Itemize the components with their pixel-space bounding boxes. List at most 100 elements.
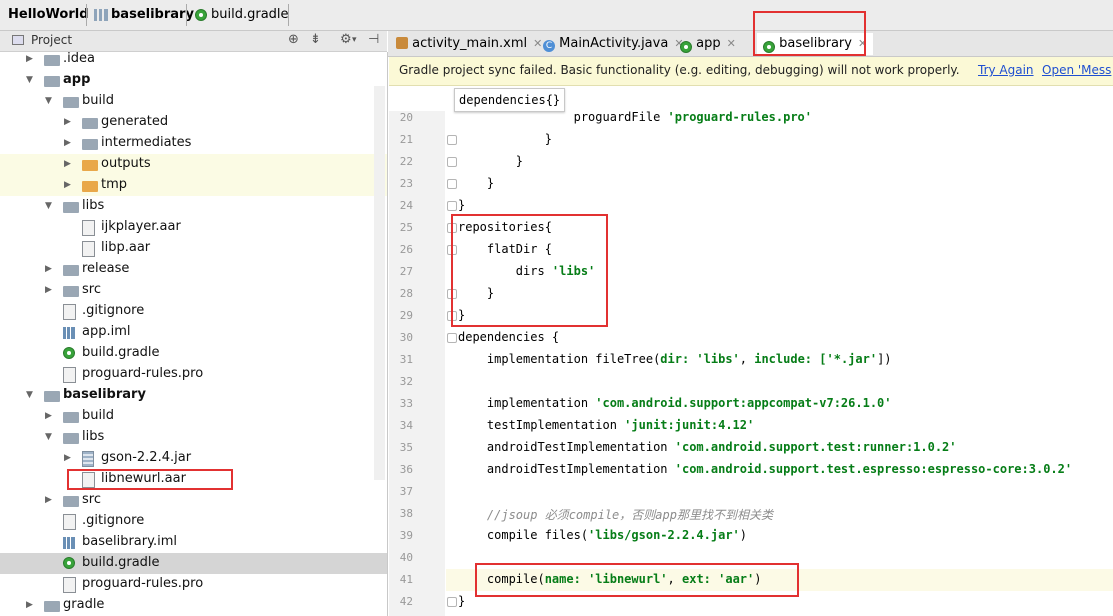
iml-icon bbox=[63, 537, 75, 549]
tree-item[interactable]: ▼ build bbox=[0, 91, 387, 112]
tab-app-gradle[interactable]: app ✕ bbox=[680, 33, 736, 55]
tree-item[interactable]: ▶ release bbox=[0, 259, 387, 280]
fold-marker-icon[interactable] bbox=[447, 179, 457, 189]
chevron-right-icon[interactable]: ▶ bbox=[64, 158, 74, 170]
tree-item[interactable]: ▶ outputs bbox=[0, 154, 387, 175]
chevron-down-icon[interactable]: ▼ bbox=[26, 74, 36, 86]
code-line[interactable]: } bbox=[458, 198, 465, 212]
chevron-right-icon[interactable]: ▶ bbox=[45, 410, 55, 422]
tree-item[interactable]: ▼ libs bbox=[0, 196, 387, 217]
line-number: 31 bbox=[399, 353, 413, 366]
fold-marker-icon[interactable] bbox=[447, 135, 457, 145]
tree-item[interactable]: ▶ generated bbox=[0, 112, 387, 133]
code-line[interactable]: } bbox=[458, 132, 552, 146]
close-icon[interactable]: ✕ bbox=[533, 37, 542, 50]
tree-item[interactable]: ▶ .idea bbox=[0, 52, 387, 70]
tree-item[interactable]: ▶ tmp bbox=[0, 175, 387, 196]
chevron-down-icon[interactable]: ▼ bbox=[45, 95, 55, 107]
fold-marker-icon[interactable] bbox=[447, 201, 457, 211]
class-icon: C bbox=[543, 40, 555, 52]
code-line[interactable]: testImplementation 'junit:junit:4.12' bbox=[458, 418, 754, 432]
code-line[interactable]: } bbox=[458, 594, 465, 608]
tree-item[interactable]: app.iml bbox=[0, 322, 387, 343]
fold-marker-icon[interactable] bbox=[447, 157, 457, 167]
chevron-right-icon[interactable]: ▶ bbox=[64, 137, 74, 149]
folder-icon bbox=[82, 139, 98, 150]
chevron-right-icon[interactable]: ▶ bbox=[26, 53, 36, 65]
tree-item[interactable]: ▶ build bbox=[0, 406, 387, 427]
tree-item[interactable]: ▼ app bbox=[0, 70, 387, 91]
code-line[interactable]: proguardFile 'proguard-rules.pro' bbox=[458, 110, 812, 124]
tab-mainactivity-java[interactable]: C MainActivity.java ✕ bbox=[543, 33, 684, 55]
tree-item[interactable]: proguard-rules.pro bbox=[0, 574, 387, 595]
chevron-down-icon[interactable]: ▼ bbox=[26, 389, 36, 401]
chevron-down-icon[interactable]: ▼ bbox=[45, 431, 55, 443]
line-number: 36 bbox=[399, 463, 413, 476]
tree-item[interactable]: ▶ gradle bbox=[0, 595, 387, 616]
tree-item[interactable]: build.gradle bbox=[0, 343, 387, 364]
chevron-down-icon[interactable]: ▾ bbox=[352, 35, 357, 45]
tree-item[interactable]: ijkplayer.aar bbox=[0, 217, 387, 238]
tree-item[interactable]: .gitignore bbox=[0, 301, 387, 322]
tree-item[interactable]: ▼ libs bbox=[0, 427, 387, 448]
tree-item[interactable]: baselibrary.iml bbox=[0, 532, 387, 553]
code-line[interactable]: androidTestImplementation 'com.android.s… bbox=[458, 462, 1072, 476]
code-line[interactable]: androidTestImplementation 'com.android.s… bbox=[458, 440, 957, 454]
code-line[interactable]: implementation fileTree(dir: 'libs', inc… bbox=[458, 352, 892, 366]
chevron-right-icon[interactable]: ▶ bbox=[64, 116, 74, 128]
gear-icon[interactable]: ⚙ bbox=[340, 32, 352, 47]
chevron-right-icon[interactable]: ▶ bbox=[45, 263, 55, 275]
chevron-right-icon[interactable]: ▶ bbox=[45, 284, 55, 296]
open-messages-link[interactable]: Open 'Mess bbox=[1042, 63, 1111, 77]
code-token: } bbox=[458, 176, 495, 190]
line-number: 35 bbox=[399, 441, 413, 454]
chevron-down-icon[interactable]: ▼ bbox=[45, 200, 55, 212]
tree-scrollbar[interactable] bbox=[374, 86, 385, 480]
jar-icon bbox=[82, 451, 94, 467]
line-number: 26 bbox=[399, 243, 413, 256]
tree-item[interactable]: ▶ intermediates bbox=[0, 133, 387, 154]
tree-item[interactable]: ▶ src bbox=[0, 280, 387, 301]
code-token: //jsoup 必须compile，否则app那里找不到相关类 bbox=[458, 508, 773, 522]
tree-item[interactable]: ▶ src bbox=[0, 490, 387, 511]
code-token: } bbox=[458, 198, 466, 212]
code-token: androidTestImplementation bbox=[458, 440, 675, 454]
code-line[interactable]: implementation 'com.android.support:appc… bbox=[458, 396, 892, 410]
tree-item[interactable]: .gitignore bbox=[0, 511, 387, 532]
tree-item-label: baselibrary bbox=[63, 387, 146, 402]
chevron-right-icon[interactable]: ▶ bbox=[64, 179, 74, 191]
tree-item-label: proguard-rules.pro bbox=[82, 576, 204, 591]
breadcrumb-item-file[interactable]: build.gradle bbox=[211, 0, 289, 30]
gradle-icon bbox=[680, 41, 692, 53]
hide-panel-icon[interactable]: ⊣ bbox=[368, 32, 379, 47]
tree-item[interactable]: libp.aar bbox=[0, 238, 387, 259]
project-view-icon[interactable] bbox=[12, 35, 24, 45]
chevron-right-icon[interactable]: ▶ bbox=[45, 494, 55, 506]
code-line[interactable]: //jsoup 必须compile，否则app那里找不到相关类 bbox=[458, 506, 773, 523]
project-panel-title[interactable]: Project bbox=[31, 33, 72, 47]
tree-item[interactable]: ▼ baselibrary bbox=[0, 385, 387, 406]
code-line[interactable]: } bbox=[458, 176, 494, 190]
code-token: compile files( bbox=[458, 528, 589, 542]
collapse-all-icon[interactable]: ⇟ bbox=[310, 32, 321, 47]
code-token: ]) bbox=[877, 352, 892, 366]
locate-file-icon[interactable]: ⊕ bbox=[288, 32, 299, 47]
fold-marker-icon[interactable] bbox=[447, 597, 457, 607]
project-tree[interactable]: ▶ .idea ▼ app ▼ build ▶ generated ▶ intermediates… bbox=[0, 52, 388, 616]
tree-item[interactable]: proguard-rules.pro bbox=[0, 364, 387, 385]
chevron-right-icon[interactable]: ▶ bbox=[26, 599, 36, 611]
code-line[interactable]: dependencies { bbox=[458, 330, 559, 344]
tree-item[interactable]: build.gradle bbox=[0, 553, 387, 574]
tree-item[interactable]: ▶ gson-2.2.4.jar bbox=[0, 448, 387, 469]
code-line[interactable]: compile files('libs/gson-2.2.4.jar') bbox=[458, 528, 747, 542]
line-number: 33 bbox=[399, 397, 413, 410]
code-line[interactable]: } bbox=[458, 154, 523, 168]
annotation-box-compile bbox=[475, 563, 799, 597]
breadcrumb-item-project[interactable]: HelloWorld bbox=[8, 0, 89, 30]
close-icon[interactable]: ✕ bbox=[727, 37, 736, 50]
try-again-link[interactable]: Try Again bbox=[978, 63, 1034, 77]
tab-activity-main-xml[interactable]: activity_main.xml ✕ bbox=[396, 33, 542, 55]
chevron-right-icon[interactable]: ▶ bbox=[64, 452, 74, 464]
line-number: 30 bbox=[399, 331, 413, 344]
fold-marker-icon[interactable] bbox=[447, 333, 457, 343]
